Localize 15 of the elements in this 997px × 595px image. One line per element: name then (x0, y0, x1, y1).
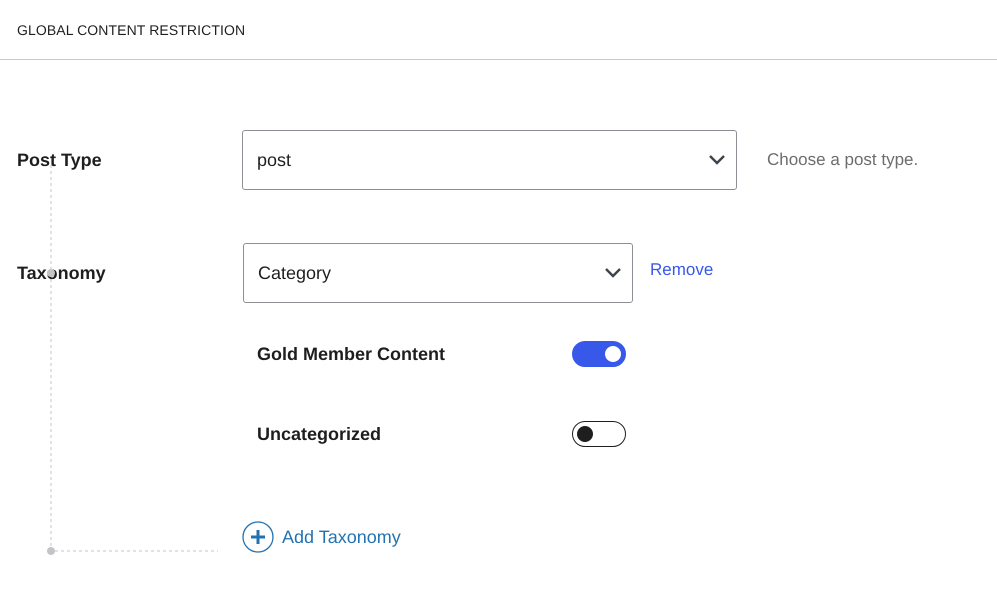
help-text: Choose a post type. (767, 150, 918, 170)
section-title: GLOBAL CONTENT RESTRICTION (17, 22, 246, 38)
plus-icon (242, 521, 274, 553)
add-taxonomy-button[interactable]: Add Taxonomy (242, 521, 401, 553)
field-label: Post Type (17, 150, 103, 170)
chevron-down-icon (708, 154, 726, 166)
chevron-down-icon (604, 267, 622, 279)
post-type-select[interactable]: post (242, 130, 737, 190)
taxonomy-select[interactable]: Category (243, 243, 633, 303)
toggle-switch[interactable] (572, 341, 626, 367)
remove-link[interactable]: Remove (650, 260, 714, 280)
term-label: Gold Member Content (257, 344, 446, 364)
field-label: Taxonomy (17, 262, 107, 284)
term-label: Uncategorized (257, 424, 382, 444)
toggle-switch[interactable] (572, 421, 626, 447)
